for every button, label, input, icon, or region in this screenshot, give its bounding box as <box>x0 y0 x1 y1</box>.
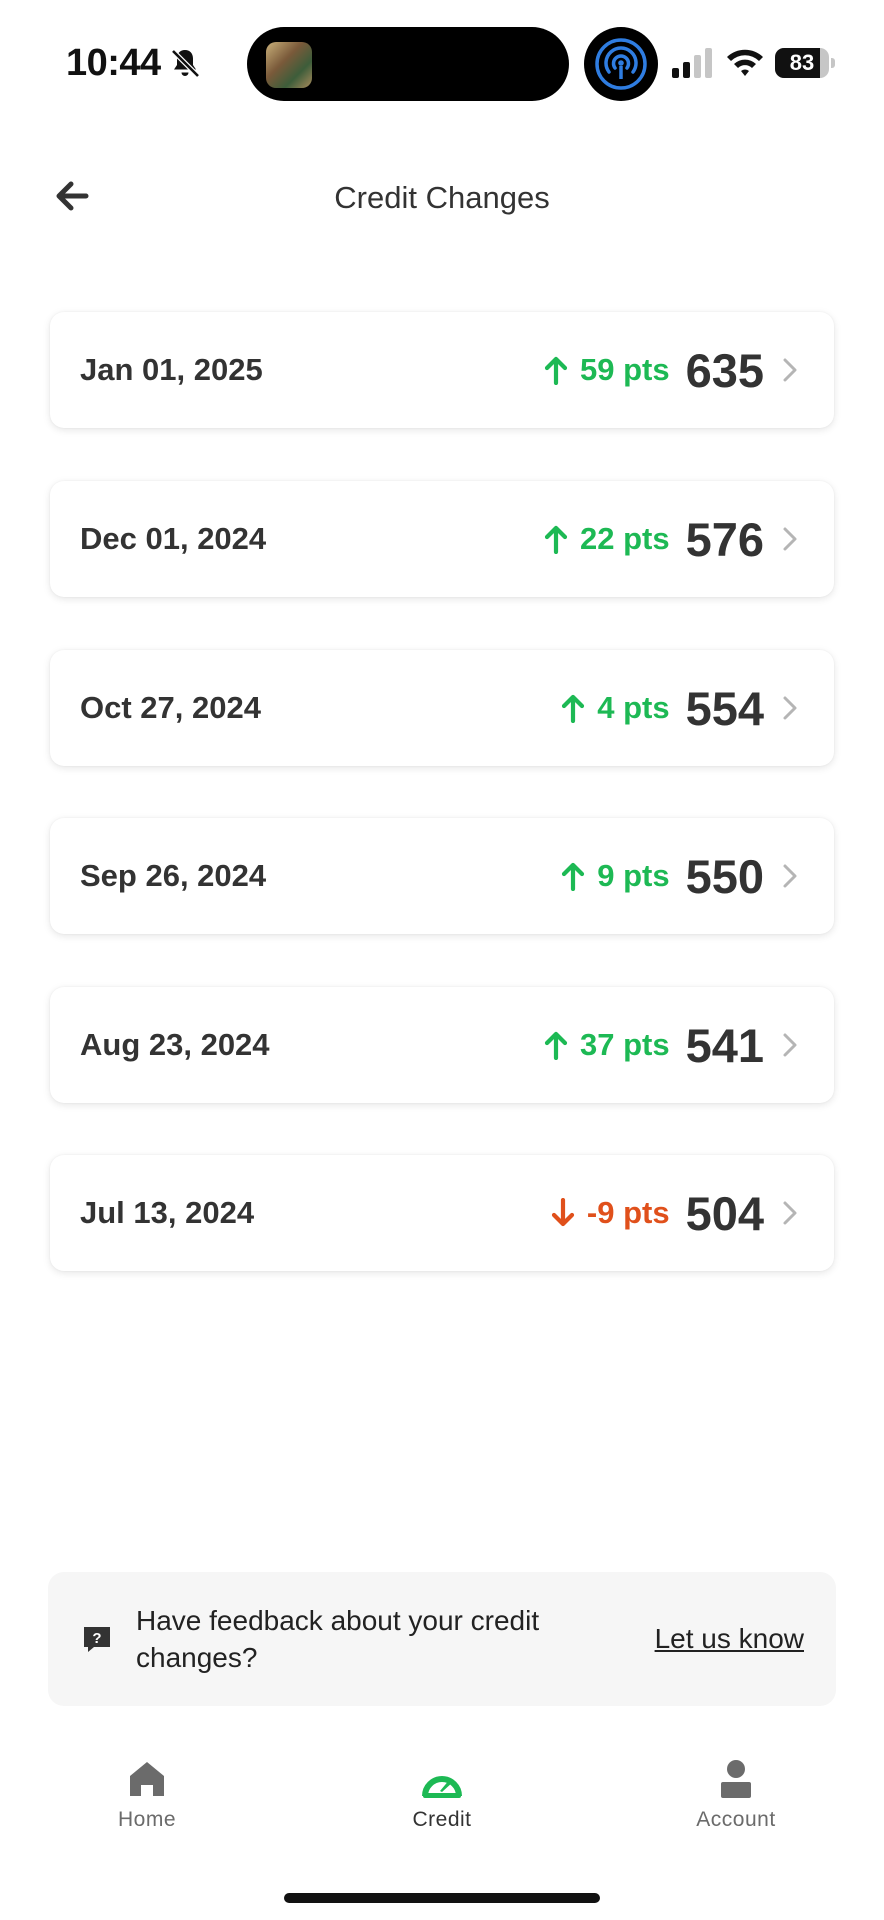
let-us-know-link[interactable]: Let us know <box>655 1572 804 1706</box>
credit-change-row[interactable]: Sep 26, 2024 9 pts 550 <box>50 818 834 934</box>
signal-icon <box>672 48 712 78</box>
airdrop-status <box>584 27 658 101</box>
score-change-value: 22 pts <box>579 521 670 556</box>
score-change: -9 pts <box>551 1195 670 1231</box>
chevron-right-icon <box>783 696 797 720</box>
score-change: 59 pts <box>544 352 670 388</box>
credit-score: 541 <box>685 1018 764 1072</box>
tab-label: Credit <box>412 1808 472 1831</box>
credit-score: 554 <box>685 681 764 735</box>
tab-home[interactable]: Home <box>57 1740 237 1840</box>
tab-label: Home <box>117 1808 177 1831</box>
chevron-right-icon <box>783 1033 797 1057</box>
chevron-right-icon <box>783 864 797 888</box>
score-change: 22 pts <box>544 521 670 557</box>
wifi-icon <box>727 49 763 76</box>
gauge-icon <box>422 1776 462 1798</box>
score-change: 37 pts <box>544 1027 670 1063</box>
chevron-right-icon <box>783 1201 797 1225</box>
score-change: 4 pts <box>561 690 670 726</box>
person-icon <box>721 1760 751 1798</box>
arrow-down-icon <box>551 1198 574 1227</box>
battery-percentage: 83 <box>789 50 815 75</box>
chevron-right-icon <box>783 527 797 551</box>
bell-muted-icon <box>171 49 200 78</box>
change-date: Sep 26, 2024 <box>80 858 267 893</box>
tab-account[interactable]: Account <box>646 1740 826 1840</box>
score-change-value: 37 pts <box>579 1027 670 1062</box>
arrow-left-icon <box>56 181 89 211</box>
score-change-value: -9 pts <box>586 1195 670 1230</box>
back-button[interactable] <box>48 172 96 220</box>
credit-change-row[interactable]: Dec 01, 2024 22 pts 576 <box>50 481 834 597</box>
score-change: 9 pts <box>561 858 670 894</box>
battery-icon: 83 <box>775 48 835 78</box>
page-title: Credit Changes <box>334 180 550 215</box>
credit-score: 550 <box>685 849 764 903</box>
score-change-value: 4 pts <box>597 690 670 725</box>
arrow-up-icon <box>562 862 585 891</box>
score-change-value: 9 pts <box>597 858 670 893</box>
credit-change-row[interactable]: Jan 01, 2025 59 pts 635 <box>50 312 834 428</box>
credit-change-row[interactable]: Oct 27, 2024 4 pts 554 <box>50 650 834 766</box>
svg-text:?: ? <box>92 1630 101 1647</box>
arrow-up-icon <box>544 356 568 385</box>
airdrop-icon <box>595 38 647 90</box>
feedback-prompt: Have feedback about your credit changes? <box>136 1605 540 1673</box>
home-icon <box>130 1762 164 1796</box>
credit-change-row[interactable]: Aug 23, 2024 37 pts 541 <box>50 987 834 1103</box>
credit-score: 576 <box>685 512 764 566</box>
change-date: Jan 01, 2025 <box>80 352 263 387</box>
credit-change-row[interactable]: Jul 13, 2024 -9 pts 504 <box>50 1155 834 1271</box>
home-indicator <box>284 1893 600 1903</box>
credit-changes-screen: 10:44 83 Credit Changes Jan 01, 2025 59 … <box>0 0 884 1920</box>
now-playing-thumbnail <box>266 42 312 88</box>
chevron-right-icon <box>783 358 797 382</box>
tab-bar: Home Credit Account <box>0 1740 884 1840</box>
status-bar: 10:44 83 <box>0 0 884 130</box>
feedback-banner: ? Have feedback about your credit change… <box>48 1572 836 1706</box>
change-date: Aug 23, 2024 <box>80 1027 270 1062</box>
score-change-value: 59 pts <box>579 352 670 387</box>
tab-credit[interactable]: Credit <box>352 1740 532 1840</box>
arrow-up-icon <box>562 694 585 723</box>
change-date: Jul 13, 2024 <box>80 1195 255 1230</box>
question-bubble-icon: ? <box>84 1627 110 1652</box>
credit-score: 635 <box>685 343 764 397</box>
change-date: Dec 01, 2024 <box>80 521 267 556</box>
arrow-up-icon <box>544 525 568 554</box>
tab-label: Account <box>696 1808 776 1831</box>
change-date: Oct 27, 2024 <box>80 690 261 725</box>
credit-score: 504 <box>685 1186 764 1240</box>
status-time: 10:44 <box>66 42 161 84</box>
arrow-up-icon <box>544 1031 568 1060</box>
